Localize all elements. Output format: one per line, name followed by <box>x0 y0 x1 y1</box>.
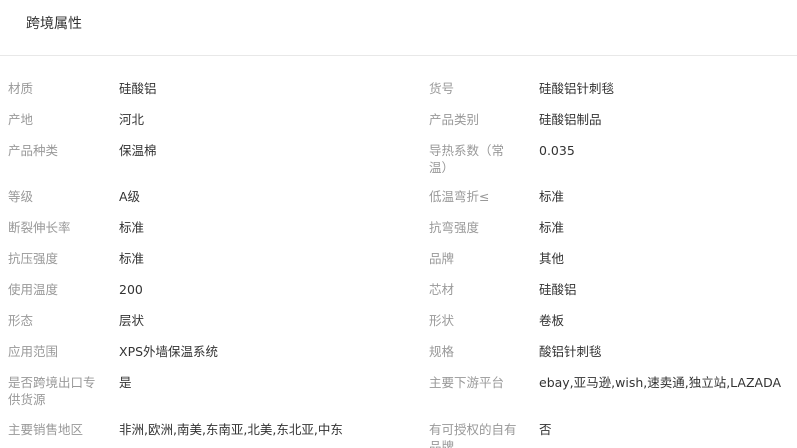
attr-label-low-temp-bending: 低温弯折≤ <box>429 189 490 204</box>
attr-value-cross-border-exclusive: 是 <box>119 375 132 390</box>
attr-value-flexural-strength: 标准 <box>539 220 565 235</box>
attr-value-brand: 其他 <box>539 251 565 266</box>
attr-label-form: 形态 <box>8 313 34 328</box>
attr-value-downstream-platforms: ebay,亚马逊,wish,速卖通,独立站,LAZADA <box>539 375 782 390</box>
attr-value-compressive-strength: 标准 <box>119 251 145 266</box>
attr-label-flexural-strength: 抗弯强度 <box>429 220 480 235</box>
attr-label-licensable-brand: 有可授权的自有品牌 <box>429 422 517 448</box>
attr-value-product-type: 保温棉 <box>119 143 157 158</box>
attr-value-licensable-brand: 否 <box>539 422 552 437</box>
attr-label-main-sales-regions: 主要销售地区 <box>8 422 84 437</box>
attr-label-elongation-at-break: 断裂伸长率 <box>8 220 71 235</box>
attr-label-product-type: 产品种类 <box>8 143 59 158</box>
attr-value-application-scope: XPS外墙保温系统 <box>119 344 219 359</box>
cross-border-attributes-panel: 跨境属性 材质 硅酸铝 货号 硅酸铝针刺毯 产地 河北 产品类别 硅酸铝制品 产… <box>0 0 797 448</box>
attr-value-material: 硅酸铝 <box>119 81 157 96</box>
attr-label-specification: 规格 <box>429 344 455 359</box>
attr-label-cross-border-exclusive: 是否跨境出口专供货源 <box>8 375 96 407</box>
attr-value-operating-temperature: 200 <box>119 282 143 297</box>
attr-value-specification: 酸铝针刺毯 <box>539 344 602 359</box>
section-title: 跨境属性 <box>26 16 82 32</box>
attr-value-product-category: 硅酸铝制品 <box>539 112 602 127</box>
panel-header: 跨境属性 <box>0 0 797 56</box>
attr-label-downstream-platforms: 主要下游平台 <box>429 375 505 390</box>
attr-label-origin: 产地 <box>8 112 34 127</box>
attr-value-elongation-at-break: 标准 <box>119 220 145 235</box>
attr-value-shape: 卷板 <box>539 313 565 328</box>
attr-value-grade: A级 <box>119 189 141 204</box>
attr-value-low-temp-bending: 标准 <box>539 189 565 204</box>
attr-label-product-category: 产品类别 <box>429 112 480 127</box>
attr-value-thermal-conductivity: 0.035 <box>539 143 575 158</box>
attr-label-grade: 等级 <box>8 189 34 204</box>
attr-label-item-number: 货号 <box>429 81 455 96</box>
attr-value-item-number: 硅酸铝针刺毯 <box>539 81 615 96</box>
attr-label-material: 材质 <box>8 81 34 96</box>
attr-value-core-material: 硅酸铝 <box>539 282 577 297</box>
attr-label-thermal-conductivity: 导热系数（常温） <box>429 143 505 175</box>
attr-label-shape: 形状 <box>429 313 455 328</box>
attr-label-operating-temperature: 使用温度 <box>8 282 59 297</box>
attr-label-application-scope: 应用范围 <box>8 344 59 359</box>
attr-value-origin: 河北 <box>119 112 145 127</box>
attr-value-main-sales-regions: 非洲,欧洲,南美,东南亚,北美,东北亚,中东 <box>119 422 343 437</box>
attr-label-brand: 品牌 <box>429 251 455 266</box>
attr-label-compressive-strength: 抗压强度 <box>8 251 59 266</box>
attr-label-core-material: 芯材 <box>429 282 455 297</box>
attr-value-form: 层状 <box>119 313 145 328</box>
